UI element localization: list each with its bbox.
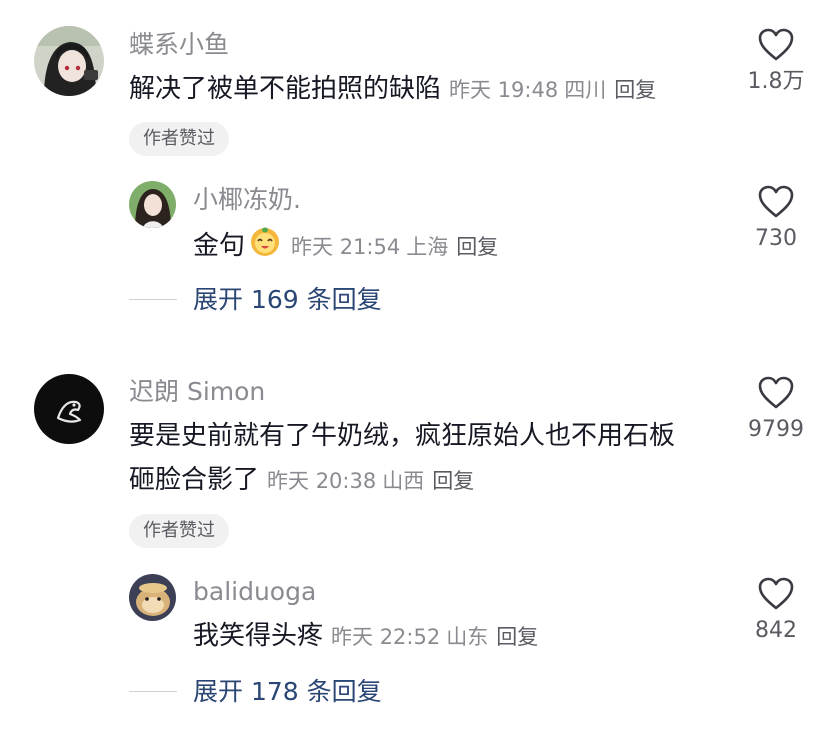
divider [129, 299, 177, 300]
avatar[interactable] [129, 181, 176, 228]
like-count: 9799 [748, 417, 804, 442]
like-count: 730 [755, 226, 797, 251]
avatar[interactable] [34, 374, 104, 444]
comment-text: 砸脸合影了 [129, 465, 260, 495]
reply-text: 我笑得头疼 [193, 621, 324, 651]
comment-location: 山西 [382, 469, 425, 493]
hamster-avatar-icon [129, 574, 176, 621]
heart-icon [758, 376, 794, 409]
reply-username[interactable]: baliduoga [193, 579, 316, 604]
comment-text-line: 解决了被单不能拍照的缺陷 昨天 19:48 四川 回复 [129, 76, 656, 102]
like-button[interactable]: 730 [736, 185, 816, 250]
author-liked-badge: 作者赞过 [129, 514, 229, 548]
heart-icon [758, 28, 794, 61]
comment-text-line-2: 砸脸合影了 昨天 20:38 山西 回复 [129, 467, 474, 493]
reply-button[interactable]: 回复 [432, 469, 474, 493]
reply-button[interactable]: 回复 [456, 235, 498, 259]
black-logo-avatar-icon [34, 374, 104, 444]
comment-username[interactable]: 迟朗 Simon [129, 379, 265, 404]
like-button[interactable]: 1.8万 [736, 28, 816, 93]
comment-text: 解决了被单不能拍照的缺陷 [129, 74, 442, 104]
comment-meta: 昨天 19:48 四川 [449, 78, 606, 102]
reply-time: 昨天 21:54 [291, 235, 401, 259]
expand-replies-button[interactable]: 展开 178 条回复 [129, 679, 382, 704]
reply-username[interactable]: 小椰冻奶. [193, 187, 301, 212]
comment-location: 四川 [564, 78, 607, 102]
anime-girl-avatar-icon [34, 26, 104, 96]
heart-icon [758, 185, 794, 218]
comment-username[interactable]: 蝶系小鱼 [129, 32, 229, 57]
reply-meta: 昨天 22:52 山东 [331, 625, 488, 649]
reply-meta: 昨天 21:54 上海 [291, 235, 448, 259]
reply-text-line: 金句 昨天 21:54 上海 回复 [193, 227, 498, 262]
comment-text-line-1: 要是史前就有了牛奶绒，疯狂原始人也不用石板 [129, 421, 676, 451]
like-count: 842 [755, 618, 797, 643]
expand-replies-label[interactable]: 展开 178 条回复 [193, 679, 382, 704]
reply-time: 昨天 22:52 [331, 625, 441, 649]
divider [129, 691, 177, 692]
reply-text: 金句 [193, 231, 246, 261]
reply-location: 山东 [446, 625, 489, 649]
comment-meta: 昨天 20:38 山西 [267, 469, 424, 493]
like-button[interactable]: 842 [736, 577, 816, 642]
expand-replies-button[interactable]: 展开 169 条回复 [129, 287, 382, 312]
author-liked-badge: 作者赞过 [129, 122, 229, 156]
avatar[interactable] [34, 26, 104, 96]
lion-smile-emoji-icon [249, 225, 281, 262]
girl-photo-avatar-icon [129, 181, 176, 228]
reply-text-line: 我笑得头疼 昨天 22:52 山东 回复 [193, 623, 538, 649]
comment-time: 昨天 20:38 [267, 469, 377, 493]
avatar[interactable] [129, 574, 176, 621]
reply-button[interactable]: 回复 [496, 625, 538, 649]
like-button[interactable]: 9799 [736, 376, 816, 441]
like-count: 1.8万 [747, 69, 805, 94]
heart-icon [758, 577, 794, 610]
comment-time: 昨天 19:48 [449, 78, 559, 102]
reply-button[interactable]: 回复 [614, 78, 656, 102]
reply-location: 上海 [406, 235, 449, 259]
expand-replies-label[interactable]: 展开 169 条回复 [193, 287, 382, 312]
